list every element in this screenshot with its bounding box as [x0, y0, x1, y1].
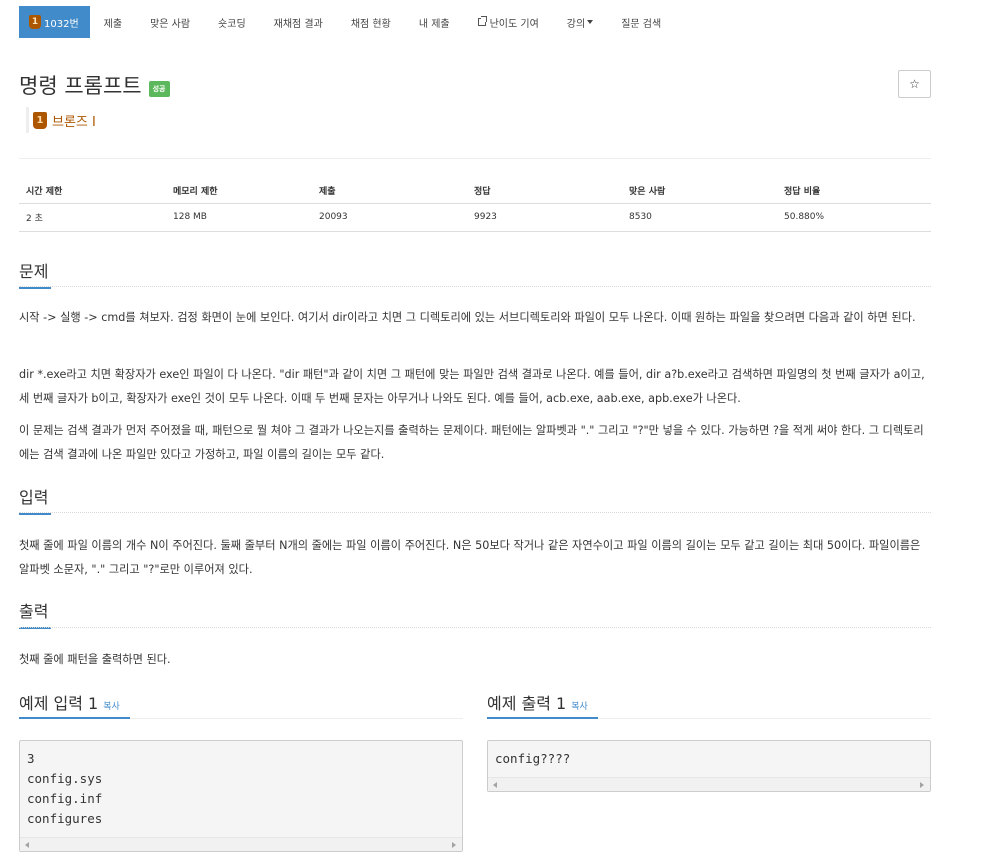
caret-down-icon	[587, 20, 594, 24]
nav-solved-users[interactable]: 맞은 사람	[136, 6, 204, 38]
tier-label[interactable]: 1 브론즈 I	[26, 107, 96, 133]
scroll-left-icon[interactable]	[25, 842, 29, 848]
sample-output-text: config????	[495, 751, 571, 766]
table-row: 2 초 128 MB 20093 9923 8530 50.880%	[19, 203, 931, 231]
problem-nav: 1 1032번 제출 맞은 사람 숏코딩 재채점 결과 채점 현황 내 제출 난…	[19, 6, 675, 38]
sample-input-text: 3 config.sys config.inf configures	[27, 751, 103, 826]
scroll-left-icon[interactable]	[493, 782, 497, 788]
nav-my-submissions[interactable]: 내 제출	[405, 6, 464, 38]
problem-paragraph-1: 시작 -> 실행 -> cmd를 쳐보자. 검정 화면이 눈에 보인다. 여기서…	[19, 311, 916, 324]
scroll-right-icon[interactable]	[920, 782, 924, 788]
accepted-value: 9923	[474, 212, 497, 223]
sample-input-heading: 예제 입력 1 복사	[19, 690, 120, 714]
table-header-accepted: 정답	[467, 178, 622, 204]
section-heading-input: 입력	[19, 484, 51, 515]
table-header-memory-limit: 메모리 제한	[166, 178, 312, 204]
sample-input-title: 예제 입력 1	[19, 694, 99, 713]
input-description: 첫째 줄에 파일 이름의 개수 N이 주어진다. 둘째 줄부터 N개의 줄에는 …	[19, 539, 921, 576]
submissions-value: 20093	[319, 212, 348, 223]
scroll-right-icon[interactable]	[452, 842, 456, 848]
table-header-submissions: 제출	[312, 178, 467, 204]
problem-title: 명령 프롬프트	[19, 74, 142, 98]
nav-rejudge-results[interactable]: 재채점 결과	[260, 6, 337, 38]
nav-problem-number-label: 1032번	[44, 18, 79, 30]
time-limit-value: 2 초	[26, 213, 43, 224]
bronze-medal-icon: 1	[33, 111, 47, 129]
nav-lecture-label: 강의	[566, 18, 586, 30]
bronze-medal-icon: 1	[29, 15, 41, 29]
memory-limit-value: 128 MB	[173, 212, 207, 223]
sample-output-heading: 예제 출력 1 복사	[487, 690, 588, 714]
output-description: 첫째 줄에 패턴을 출력하면 된다.	[19, 653, 171, 666]
section-heading-problem-text: 문제	[19, 262, 49, 281]
problem-paragraph-3: 이 문제는 검색 결과가 먼저 주어졌을 때, 패턴으로 뭘 쳐야 그 결과가 …	[19, 424, 924, 461]
nav-question-search[interactable]: 질문 검색	[607, 6, 675, 38]
table-header-solved-users: 맞은 사람	[622, 178, 777, 204]
copy-input-button[interactable]: 복사	[103, 702, 120, 712]
tier-text: 브론즈 I	[52, 114, 96, 130]
solved-users-value: 8530	[629, 212, 652, 223]
heading-underline	[19, 717, 130, 719]
problem-paragraph-2: dir *.exe라고 치면 확장자가 exe인 파일이 다 나온다. "dir…	[19, 368, 925, 405]
section-heading-input-text: 입력	[19, 488, 49, 507]
heading-underline	[487, 717, 598, 719]
problem-info-table: 시간 제한 메모리 제한 제출 정답 맞은 사람 정답 비율 2 초 128 M…	[19, 178, 931, 231]
section-heading-output: 출력	[19, 598, 51, 629]
heading-underline	[19, 287, 51, 289]
section-heading-output-text: 출력	[19, 602, 49, 621]
sample-input-code: 3 config.sys config.inf configures	[19, 740, 463, 852]
table-bottom-divider	[19, 231, 931, 232]
section-heading-problem: 문제	[19, 258, 51, 289]
nav-difficulty-label: 난이도 기여	[489, 18, 539, 30]
nav-difficulty-contribute[interactable]: 난이도 기여	[464, 6, 553, 38]
favorite-star-button[interactable]: ☆	[898, 70, 931, 98]
nav-submit[interactable]: 제출	[90, 6, 136, 38]
heading-underline	[19, 513, 51, 515]
copy-output-button[interactable]: 복사	[571, 702, 588, 712]
nav-lecture-dropdown[interactable]: 강의	[553, 6, 607, 38]
section-divider	[19, 512, 931, 513]
accept-ratio-value: 50.880%	[784, 212, 825, 223]
horizontal-scrollbar[interactable]	[488, 777, 930, 791]
table-header-accept-ratio: 정답 비율	[777, 178, 931, 204]
star-icon: ☆	[909, 77, 920, 91]
section-divider	[19, 627, 931, 628]
nav-problem-number[interactable]: 1 1032번	[19, 6, 90, 38]
nav-judge-status[interactable]: 채점 현황	[337, 6, 405, 38]
status-badge: 성공	[148, 81, 170, 97]
nav-short-coding[interactable]: 숏코딩	[204, 6, 260, 38]
table-header-row: 시간 제한 메모리 제한 제출 정답 맞은 사람 정답 비율	[19, 178, 931, 204]
horizontal-scrollbar[interactable]	[20, 837, 462, 851]
problem-title-row: 명령 프롬프트 성공	[19, 70, 170, 100]
section-divider	[19, 286, 931, 287]
table-header-time-limit: 시간 제한	[19, 178, 166, 204]
divider	[19, 158, 931, 159]
sample-output-title: 예제 출력 1	[487, 694, 567, 713]
external-link-icon	[477, 16, 487, 26]
sample-output-code: config????	[487, 740, 931, 792]
